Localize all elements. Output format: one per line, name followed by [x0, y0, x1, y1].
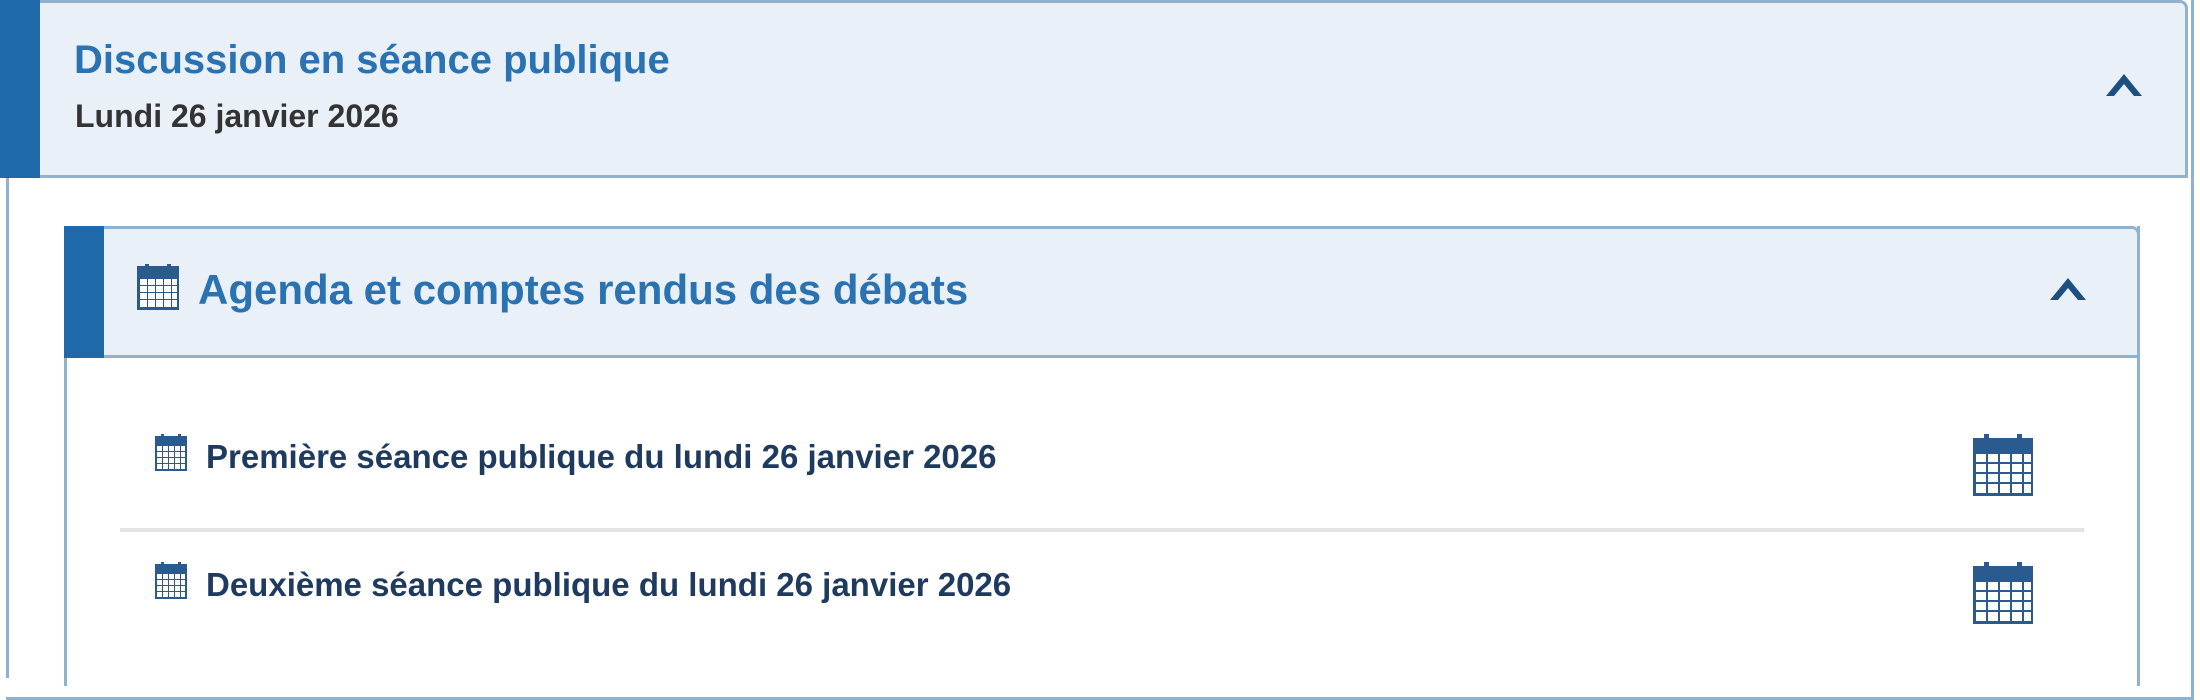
list-item[interactable]: Deuxième séance publique du lundi 26 jan… — [120, 548, 2084, 658]
calendar-icon[interactable] — [1972, 434, 2034, 498]
header-accent-bar — [0, 0, 40, 178]
chevron-up-icon[interactable] — [2104, 72, 2144, 100]
chevron-up-icon[interactable] — [2048, 276, 2088, 304]
calendar-icon — [155, 562, 187, 599]
seance-link[interactable]: Deuxième séance publique du lundi 26 jan… — [206, 566, 1011, 604]
item-divider — [120, 528, 2084, 532]
calendar-icon — [155, 434, 187, 471]
seance-publique-header[interactable] — [0, 0, 2188, 178]
calendar-icon — [137, 264, 179, 310]
panel-left-border — [6, 178, 9, 678]
calendar-icon[interactable] — [1972, 562, 2034, 626]
section-date: Lundi 26 janvier 2026 — [75, 98, 399, 134]
seance-link[interactable]: Première séance publique du lundi 26 jan… — [206, 438, 997, 476]
agenda-accent-bar — [64, 226, 104, 358]
section-title: Discussion en séance publique — [74, 38, 670, 82]
agenda-title: Agenda et comptes rendus des débats — [198, 266, 969, 313]
list-item[interactable]: Première séance publique du lundi 26 jan… — [120, 420, 2084, 530]
